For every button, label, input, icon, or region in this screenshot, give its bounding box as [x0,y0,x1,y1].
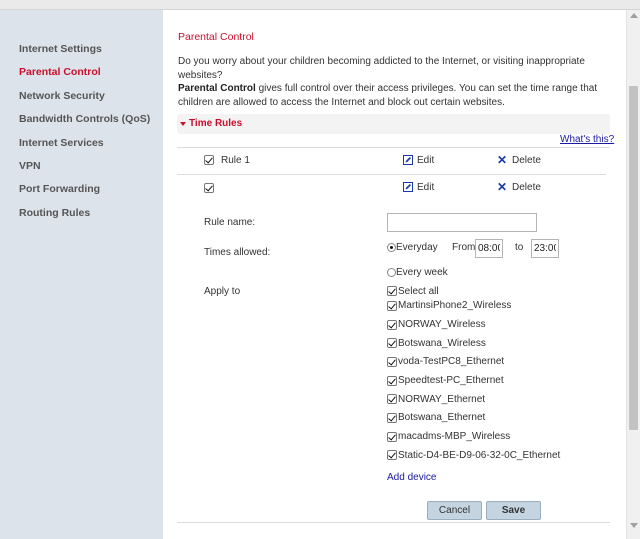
page-title: Parental Control [178,31,254,43]
section-title: Time Rules [189,118,243,129]
divider [177,174,606,175]
device-checkbox[interactable] [387,450,397,460]
scrollbar-thumb[interactable] [629,86,638,430]
select-all-checkbox[interactable] [387,286,397,296]
rule-name-input[interactable] [387,213,537,232]
from-label: From [452,242,476,253]
device-label: NORWAY_Ethernet [398,394,486,405]
rule-1-edit-link[interactable]: Edit [417,155,434,166]
device-checkbox[interactable] [387,432,397,442]
times-allowed-label: Times allowed: [204,247,271,258]
sidebar-item-internet-services[interactable]: Internet Services [19,137,104,149]
device-label: Speedtest-PC_Ethernet [398,375,504,386]
add-device-link[interactable]: Add device [387,472,436,483]
device-checkbox[interactable] [387,413,397,423]
caret-down-icon [180,122,186,126]
description-line1: Do you worry about your children becomin… [178,56,585,81]
save-button[interactable]: Save [486,501,541,520]
rule-1-checkbox[interactable] [204,155,214,165]
divider [177,147,610,148]
sidebar-item-vpn[interactable]: VPN [19,160,41,172]
sidebar: Internet Settings Parental Control Netwo… [0,10,163,539]
description-bold: Parental Control [178,83,256,94]
rule-2-delete-link[interactable]: Delete [512,182,541,193]
device-checkbox[interactable] [387,394,397,404]
rule-1-delete-link[interactable]: Delete [512,155,541,166]
sidebar-item-port-forwarding[interactable]: Port Forwarding [19,183,100,195]
whats-this-link[interactable]: What's this? [560,134,614,145]
every-week-radio[interactable] [387,268,396,277]
page-description: Do you worry about your children becomin… [178,55,618,109]
device-checkbox[interactable] [387,301,397,311]
device-label: Botswana_Ethernet [398,412,486,423]
scroll-down-arrow-icon[interactable] [630,523,638,528]
to-time-input[interactable] [531,239,559,258]
scroll-up-arrow-icon[interactable] [630,13,638,18]
main-content: Parental Control Do you worry about your… [163,10,626,539]
sidebar-item-parental-control[interactable]: Parental Control [19,66,101,78]
time-rules-section-header[interactable]: Time Rules [177,114,610,134]
rule-2-edit-link[interactable]: Edit [417,182,434,193]
cancel-button[interactable]: Cancel [427,501,482,520]
sidebar-item-routing-rules[interactable]: Routing Rules [19,207,90,219]
everyday-radio[interactable] [387,243,396,252]
delete-icon[interactable]: ✕ [497,154,507,166]
rule-1-name: Rule 1 [221,155,250,166]
from-time-input[interactable] [475,239,503,258]
rule-2-checkbox[interactable] [204,183,214,193]
delete-icon[interactable]: ✕ [497,181,507,193]
device-checkbox[interactable] [387,376,397,386]
edit-icon[interactable] [403,155,413,165]
device-label: NORWAY_Wireless [398,319,486,330]
device-label: macadms-MBP_Wireless [398,431,511,442]
rule-name-label: Rule name: [204,217,256,228]
device-checkbox[interactable] [387,338,397,348]
edit-icon[interactable] [403,182,413,192]
device-checkbox[interactable] [387,320,397,330]
device-label: Static-D4-BE-D9-06-32-0C_Ethernet [398,450,561,461]
select-all-label: Select all [398,286,439,297]
sidebar-item-internet-settings[interactable]: Internet Settings [19,43,102,55]
every-week-label: Every week [396,267,448,278]
apply-to-label: Apply to [204,286,241,297]
everyday-label: Everyday [396,242,438,253]
sidebar-item-network-security[interactable]: Network Security [19,90,105,102]
vertical-scrollbar[interactable] [626,10,640,539]
divider [177,522,610,523]
browser-top-bar [0,0,640,10]
sidebar-item-bandwidth-controls[interactable]: Bandwidth Controls (QoS) [19,113,150,125]
to-label: to [515,242,524,253]
device-label: voda-TestPC8_Ethernet [398,356,505,367]
device-label: MartinsiPhone2_Wireless [398,300,512,311]
device-checkbox[interactable] [387,357,397,367]
device-label: Botswana_Wireless [398,338,486,349]
